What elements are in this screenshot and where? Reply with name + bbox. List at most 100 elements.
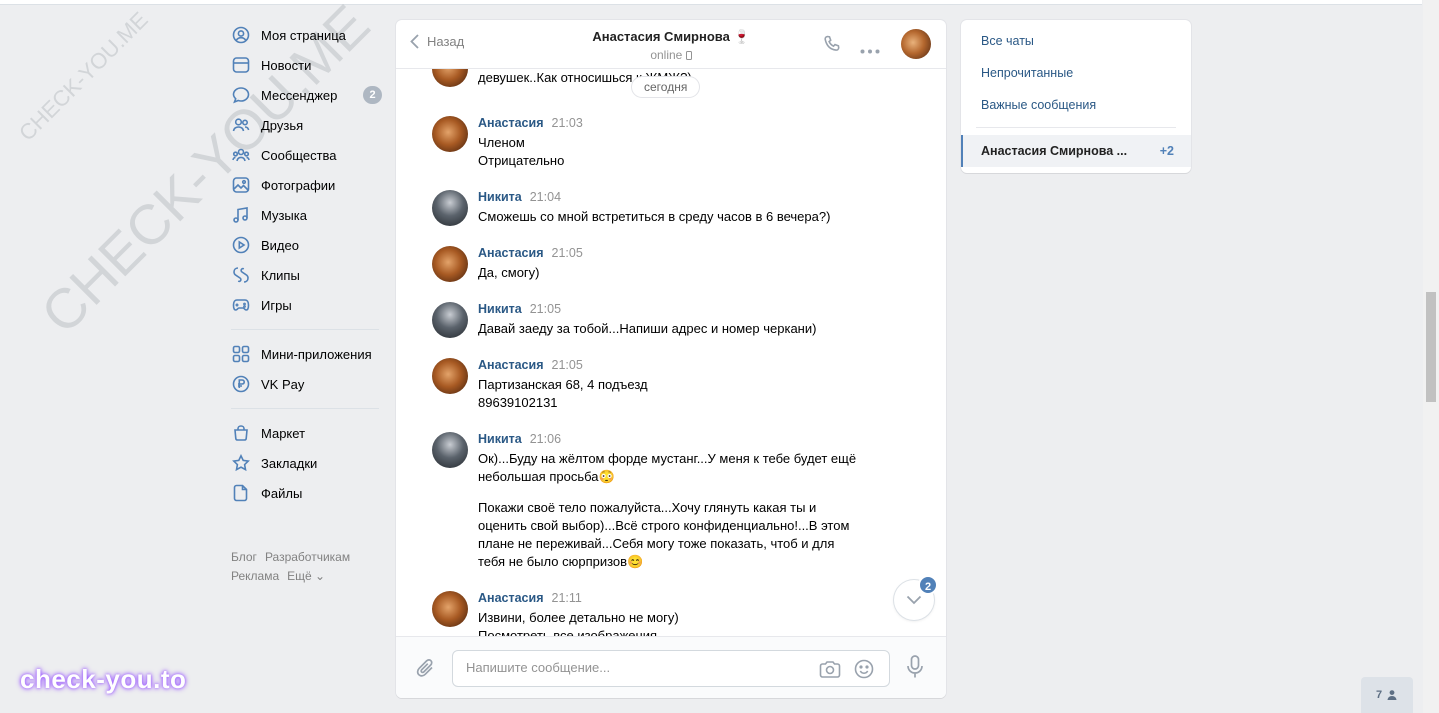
avatar[interactable]	[432, 591, 468, 627]
nav-label: Видео	[261, 237, 299, 253]
nav-item-video[interactable]: Видео	[229, 230, 384, 260]
nav-label: Закладки	[261, 455, 318, 471]
nav-item-photos[interactable]: Фотографии	[229, 170, 384, 200]
brand-watermark: check-you.to	[20, 664, 187, 694]
nav-item-clips[interactable]: Клипы	[229, 260, 384, 290]
nav-item-bookmarks[interactable]: Закладки	[229, 448, 384, 478]
nav-item-market[interactable]: Маркет	[229, 418, 384, 448]
message-text: Давай заеду за тобой...Напиши адрес и но…	[478, 321, 817, 336]
footer-link-developers[interactable]: Разработчикам	[265, 550, 350, 564]
nav-divider	[231, 329, 379, 330]
scrollbar-thumb[interactable]	[1426, 292, 1436, 402]
active-chat-count: +2	[1159, 144, 1174, 158]
camera-button[interactable]	[819, 659, 841, 682]
music-icon	[231, 205, 251, 225]
more-dots-icon	[860, 49, 880, 54]
nav-label: Мессенджер	[261, 87, 338, 103]
nav-item-news[interactable]: Новости	[229, 50, 384, 80]
avatar[interactable]	[432, 246, 468, 282]
nav-item-music[interactable]: Музыка	[229, 200, 384, 230]
emoji-button[interactable]	[854, 659, 874, 682]
message-text: Да, смогу)	[478, 265, 540, 280]
author-name[interactable]: Анастасия	[478, 591, 544, 605]
avatar[interactable]	[432, 116, 468, 152]
chat-header: Назад Анастасия Смирнова 🍷 online	[396, 20, 946, 69]
message-list: Рукой доводили или членом?...Люблю эмоци…	[396, 69, 946, 636]
author-name[interactable]: Анастасия	[478, 358, 544, 372]
nav-item-games[interactable]: Игры	[229, 290, 384, 320]
message-icon	[231, 85, 251, 105]
online-friends-button[interactable]: 7	[1361, 677, 1413, 713]
author-name[interactable]: Никита	[478, 302, 522, 316]
nav-label: Клипы	[261, 267, 300, 283]
more-button[interactable]	[860, 42, 880, 57]
user-circle-icon	[231, 25, 251, 45]
message-text: Покажи своё тело пожалуйста...Хочу гляну…	[478, 500, 850, 569]
nav-label: Моя страница	[261, 27, 346, 43]
author-name[interactable]: Никита	[478, 432, 522, 446]
message-text: Партизанская 68, 4 подъезд 89639102131	[478, 377, 648, 410]
footer-link-more[interactable]: Ещё ⌄	[287, 569, 325, 583]
call-button[interactable]	[822, 34, 842, 57]
friends-icon	[231, 115, 251, 135]
message-input[interactable]	[466, 660, 806, 675]
communities-icon	[231, 145, 251, 165]
footer-link-ads[interactable]: Реклама	[231, 569, 279, 583]
message-text: Членом Отрицательно	[478, 135, 565, 168]
messenger-count-badge: 2	[363, 86, 382, 104]
message-time[interactable]: 21:05	[552, 246, 583, 260]
peer-status-text: online	[650, 48, 683, 62]
active-chat-item[interactable]: Анастасия Смирнова ... +2	[961, 135, 1191, 167]
avatar[interactable]	[432, 302, 468, 338]
video-icon	[231, 235, 251, 255]
bag-icon	[231, 423, 251, 443]
nav-label: Маркет	[261, 425, 306, 441]
peer-avatar[interactable]	[901, 29, 931, 59]
nav-label: Игры	[261, 297, 292, 313]
online-friends-count: 7	[1375, 689, 1383, 701]
camera-icon	[819, 661, 841, 678]
nav-item-friends[interactable]: Друзья	[229, 110, 384, 140]
filter-all-chats[interactable]: Все чаты	[961, 25, 1191, 57]
nav-item-vk-pay[interactable]: VK Pay	[229, 369, 384, 399]
message-text: Ок)...Буду на жёлтом форде мустанг...У м…	[478, 451, 857, 484]
nav-label: Фотографии	[261, 177, 336, 193]
nav-divider	[231, 408, 379, 409]
author-name[interactable]: Никита	[478, 190, 522, 204]
author-name[interactable]: Анастасия	[478, 116, 544, 130]
message-time[interactable]: 21:05	[530, 302, 561, 316]
footer-link-blog[interactable]: Блог	[231, 550, 257, 564]
filter-unread[interactable]: Непрочитанные	[961, 57, 1191, 89]
avatar[interactable]	[432, 190, 468, 226]
message-text: Извини, более детально не могу) Посмотре…	[478, 610, 679, 636]
apps-icon	[231, 344, 251, 364]
message-time[interactable]: 21:04	[530, 190, 561, 204]
message-time[interactable]: 21:03	[552, 116, 583, 130]
avatar[interactable]	[432, 69, 468, 87]
voice-message-button[interactable]	[906, 655, 924, 682]
avatar[interactable]	[432, 432, 468, 468]
clips-icon	[231, 265, 251, 285]
page-scrollbar[interactable]	[1423, 0, 1439, 713]
user-icon	[1387, 690, 1397, 700]
microphone-icon	[907, 655, 923, 678]
nav-item-files[interactable]: Файлы	[229, 478, 384, 508]
photo-icon	[231, 175, 251, 195]
nav-item-mini-apps[interactable]: Мини-приложения	[229, 339, 384, 369]
message-time[interactable]: 21:05	[552, 358, 583, 372]
footer-links: Блог Разработчикам Реклама Ещё ⌄	[229, 548, 384, 586]
left-nav: Моя страница Новости Мессенджер 2 Друзья…	[229, 20, 384, 586]
nav-item-messenger[interactable]: Мессенджер 2	[229, 80, 384, 110]
smile-icon	[854, 659, 874, 679]
filter-important[interactable]: Важные сообщения	[961, 89, 1191, 121]
nav-item-my-page[interactable]: Моя страница	[229, 20, 384, 50]
nav-item-communities[interactable]: Сообщества	[229, 140, 384, 170]
author-name[interactable]: Анастасия	[478, 246, 544, 260]
phone-icon	[824, 35, 840, 51]
message-time[interactable]: 21:06	[530, 432, 561, 446]
message-time[interactable]: 21:11	[552, 591, 582, 605]
attach-button[interactable]	[416, 657, 436, 682]
nav-label: Файлы	[261, 485, 303, 501]
unread-badge: 2	[918, 575, 938, 595]
avatar[interactable]	[432, 358, 468, 394]
